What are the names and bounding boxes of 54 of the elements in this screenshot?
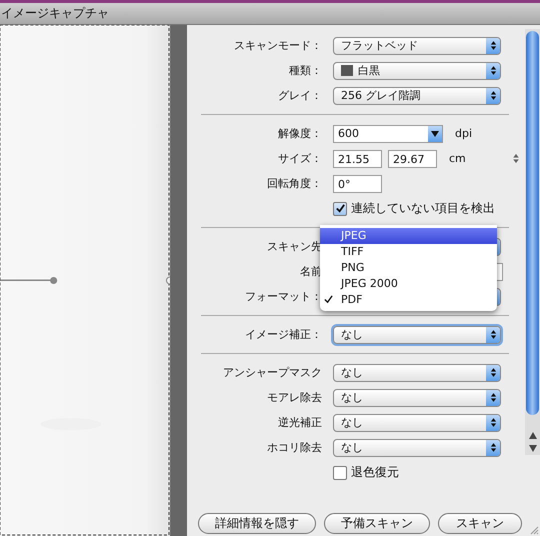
field-label: アンシャープマスク: [223, 366, 322, 379]
menu-item[interactable]: PNG: [320, 260, 497, 276]
push-button[interactable]: スキャン: [438, 513, 522, 534]
field-label: 回転角度：: [267, 177, 322, 190]
input-field[interactable]: 29.67: [388, 150, 437, 168]
menu-item[interactable]: JPEG: [320, 228, 497, 244]
updown-icon: [486, 440, 500, 456]
field-label: スキャンモード：: [234, 39, 322, 52]
push-button[interactable]: 予備スキャン: [324, 513, 430, 534]
checkbox[interactable]: [333, 466, 347, 480]
updown-icon: [486, 88, 500, 104]
popup-button[interactable]: 256 グレイ階調: [333, 86, 501, 104]
window-title: イメージキャプチャ: [0, 5, 109, 22]
scroll-up-icon[interactable]: [528, 432, 536, 439]
updown-icon: [486, 390, 500, 406]
dropdown-icon: [428, 126, 442, 142]
popup-button[interactable]: 白黒: [333, 62, 501, 80]
field-label: 解像度：: [278, 127, 322, 140]
input-field[interactable]: 0°: [333, 174, 382, 192]
menu-item[interactable]: PDF: [320, 292, 497, 308]
field-label: グレイ：: [278, 89, 322, 102]
field-label: 逆光補正: [278, 416, 322, 429]
updown-icon: [486, 62, 500, 78]
popup-button[interactable]: なし: [333, 364, 501, 382]
checkbox-label: 退色復元: [351, 464, 399, 481]
field-label: イメージ補正：: [245, 328, 322, 341]
field-label: サイズ：: [278, 152, 322, 165]
updown-icon: [486, 326, 500, 342]
input-field[interactable]: 21.55: [333, 150, 382, 168]
checkbox[interactable]: [333, 202, 347, 216]
checkmark-icon: [324, 295, 333, 304]
field-label: ホコリ除去: [267, 441, 322, 454]
updown-icon: [486, 364, 500, 380]
resolution-combo[interactable]: 600: [333, 124, 443, 142]
updown-icon: [486, 38, 500, 54]
resize-grip-icon[interactable]: [529, 525, 539, 535]
stepper-icon[interactable]: [513, 153, 519, 164]
checkbox-label: 連続していない項目を検出: [351, 200, 495, 217]
scrollbar-thumb[interactable]: [526, 31, 539, 415]
popup-button[interactable]: なし: [333, 414, 501, 432]
scroll-down-icon[interactable]: [528, 445, 536, 452]
unit-label: dpi: [455, 127, 474, 140]
field-label: モアレ除去: [267, 391, 322, 404]
field-label: フォーマット：: [245, 290, 322, 303]
menu-item[interactable]: JPEG 2000: [320, 276, 497, 292]
push-button[interactable]: 詳細情報を隠す: [198, 513, 316, 534]
menu-item[interactable]: TIFF: [320, 244, 497, 260]
popup-button[interactable]: なし: [333, 326, 501, 344]
field-label: 種類：: [289, 64, 322, 77]
popup-button[interactable]: フラットベッド: [333, 36, 501, 54]
updown-icon: [486, 414, 500, 430]
popup-button[interactable]: なし: [333, 388, 501, 406]
popup-button[interactable]: なし: [333, 438, 501, 456]
unit-label: cm: [449, 152, 467, 165]
